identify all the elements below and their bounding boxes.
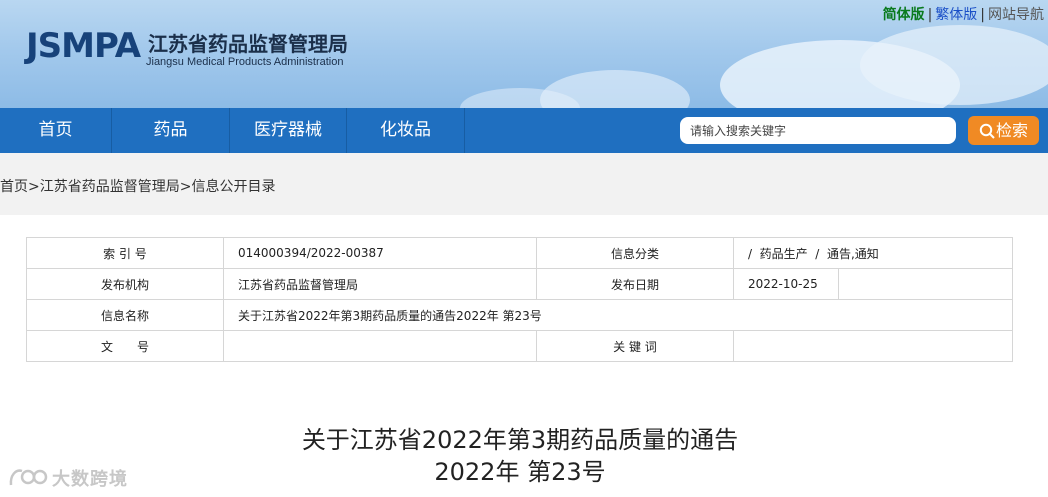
- nav-item-home[interactable]: 首页: [0, 108, 112, 153]
- publisher-label: 发布机构: [26, 268, 224, 300]
- cloud-decoration: [860, 25, 1048, 105]
- table-row: 信息名称 关于江苏省2022年第3期药品质量的通告2022年 第23号: [26, 299, 1013, 331]
- date-value: 2022-10-25: [733, 268, 839, 300]
- index-value: 014000394/2022-00387: [223, 237, 537, 269]
- separator: |: [927, 7, 933, 23]
- site-logo[interactable]: JSMPA: [26, 26, 141, 66]
- doc-no-label: 文 号: [26, 330, 224, 362]
- site-name: 江苏省药品监督管理局: [148, 32, 348, 56]
- table-row: 发布机构 江苏省药品监督管理局 发布日期 2022-10-25: [26, 268, 1013, 300]
- breadcrumb-catalog[interactable]: 信息公开目录: [191, 179, 275, 195]
- breadcrumb-agency[interactable]: 江苏省药品监督管理局: [40, 179, 180, 195]
- article-title: 关于江苏省2022年第3期药品质量的通告: [301, 426, 739, 454]
- article-subtitle: 2022年 第23号: [434, 458, 606, 486]
- nav-item-drugs[interactable]: 药品: [112, 108, 230, 153]
- breadcrumb: 首页>江苏省药品监督管理局>信息公开目录: [0, 176, 275, 196]
- name-label: 信息名称: [26, 299, 224, 331]
- search-icon: [979, 123, 995, 139]
- category-label: 信息分类: [536, 237, 734, 269]
- keywords-value: [733, 330, 1013, 362]
- watermark-text: 大数跨境: [52, 469, 128, 490]
- breadcrumb-home[interactable]: 首页: [0, 179, 28, 195]
- nav-item-medical-devices[interactable]: 医疗器械: [230, 108, 347, 153]
- top-links: 简体版 | 繁体版 | 网站导航: [883, 4, 1044, 24]
- search-input[interactable]: [680, 117, 956, 144]
- site-name-english: Jiangsu Medical Products Administration: [146, 56, 344, 68]
- header-banner: JSMPA 江苏省药品监督管理局 Jiangsu Medical Product…: [0, 0, 1048, 108]
- site-nav-link[interactable]: 网站导航: [988, 7, 1044, 23]
- search-button-label: 检索: [995, 121, 1028, 140]
- breadcrumb-separator: >: [179, 179, 192, 195]
- table-row: 索 引 号 014000394/2022-00387 信息分类 / 药品生产 /…: [26, 237, 1013, 269]
- nav-item-cosmetics[interactable]: 化妆品: [347, 108, 465, 153]
- watermark-logo-icon: [9, 469, 48, 486]
- category-value: / 药品生产 / 通告,通知: [733, 237, 1013, 269]
- index-label: 索 引 号: [26, 237, 224, 269]
- search-button[interactable]: 检索: [968, 116, 1039, 145]
- info-table: 索 引 号 014000394/2022-00387 信息分类 / 药品生产 /…: [26, 237, 1013, 362]
- separator: |: [980, 7, 985, 23]
- main-nav: 首页 药品 医疗器械 化妆品 检索: [0, 108, 1048, 153]
- date-label: 发布日期: [536, 268, 734, 300]
- traditional-link[interactable]: 繁体版: [935, 7, 977, 23]
- doc-no-value: [223, 330, 537, 362]
- table-row: 文 号 关 键 词: [26, 330, 1013, 362]
- watermark: 大数跨境: [8, 463, 148, 491]
- keywords-label: 关 键 词: [536, 330, 734, 362]
- name-value: 关于江苏省2022年第3期药品质量的通告2022年 第23号: [223, 299, 1013, 331]
- empty-cell: [838, 268, 1013, 300]
- publisher-value: 江苏省药品监督管理局: [223, 268, 537, 300]
- simplified-link[interactable]: 简体版: [883, 7, 925, 23]
- breadcrumb-separator: >: [28, 179, 40, 195]
